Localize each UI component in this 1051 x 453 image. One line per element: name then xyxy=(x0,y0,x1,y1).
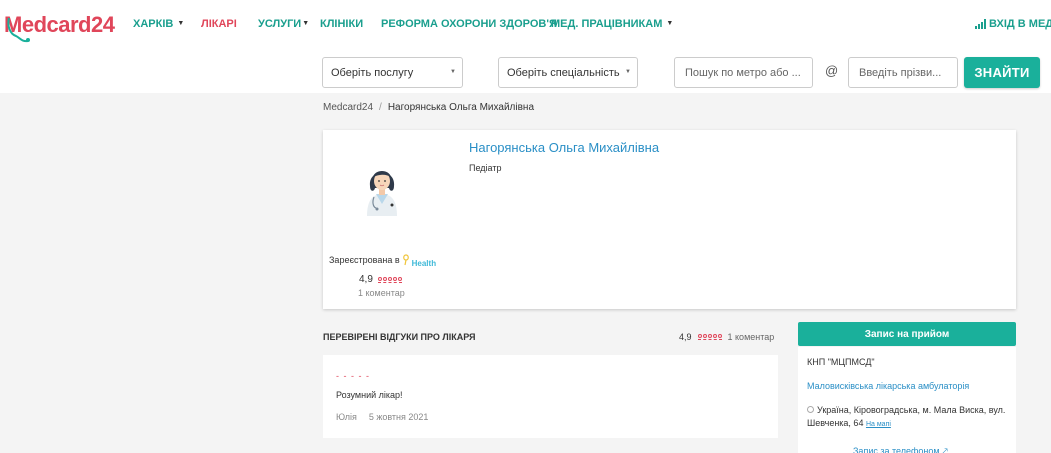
nav-doctors[interactable]: ЛІКАРІ xyxy=(201,18,237,30)
chevron-down-icon: ▼ xyxy=(177,20,185,27)
nav-clinics-label: КЛІНІКИ xyxy=(320,18,364,30)
metro-search-placeholder: Пошук по метро або ... xyxy=(685,67,801,79)
clinic-link[interactable]: Маловисківська лікарська амбулаторія xyxy=(807,381,969,391)
service-select[interactable]: Оберіть послугу ▼ xyxy=(322,57,463,88)
specialty-select[interactable]: Оберіть спеціальність ▼ xyxy=(498,57,638,88)
location-pin-icon xyxy=(807,406,814,413)
specialty-select-value: Оберіть спеціальність xyxy=(507,67,620,79)
logo[interactable]: Medcard24 xyxy=(4,10,115,43)
chevron-down-icon: ▼ xyxy=(625,69,631,75)
doctor-name-placeholder: Введіть прізви... xyxy=(859,67,942,79)
chevron-down-icon: ▼ xyxy=(302,20,310,27)
login-link[interactable]: ВХІД В МЕДІ xyxy=(975,18,1051,30)
phone-booking-link[interactable]: Запис за телефоном 🡕 xyxy=(853,444,948,453)
reviews-rating-value: 4,9 xyxy=(679,332,692,342)
clinic-address-text: Україна, Кіровоградська, м. Мала Виска, … xyxy=(807,405,1006,428)
review-text: Розумний лікар! xyxy=(336,390,403,400)
review-item: - - - - - Розумний лікар! Юлія 5 жовтня 2… xyxy=(323,355,778,438)
registered-in: Зареєстрована в Health xyxy=(329,254,437,268)
doctor-card: Зареєстрована в Health 4,9 1 коментар На… xyxy=(323,130,1016,309)
clinic-address: Україна, Кіровоградська, м. Мала Виска, … xyxy=(807,404,1012,431)
registered-label: Зареєстрована в xyxy=(329,255,400,265)
nav-city[interactable]: ХАРКІВ ▼ xyxy=(133,18,184,30)
doctor-name[interactable]: Нагорянська Ольга Михайлівна xyxy=(469,140,659,155)
review-stars: - - - - - xyxy=(336,371,370,381)
reviews-title: ПЕРЕВІРЕНІ ВІДГУКИ ПРО ЛІКАРЯ xyxy=(323,332,476,342)
doctor-avatar-icon xyxy=(367,171,397,216)
nav-doctors-label: ЛІКАРІ xyxy=(201,18,237,30)
clinic-name: КНП "МЦПМСД" xyxy=(807,357,875,367)
breadcrumb-home[interactable]: Medcard24 xyxy=(323,102,373,113)
breadcrumb-current: Нагорянська Ольга Михайлівна xyxy=(387,102,534,113)
chevron-down-icon: ▼ xyxy=(666,20,674,27)
logo-text: edcard24 xyxy=(21,12,115,37)
book-appointment-button[interactable]: Запис на прийом xyxy=(798,322,1016,346)
map-link[interactable]: На мапі xyxy=(866,421,891,428)
at-icon: @ xyxy=(825,63,839,78)
nav-for-medics[interactable]: МЕД. ПРАЦІВНИКАМ ▼ xyxy=(551,18,673,30)
signal-icon xyxy=(975,19,986,29)
nav-healthcare-reform[interactable]: РЕФОРМА ОХОРОНИ ЗДОРОВ'Я xyxy=(381,18,557,30)
breadcrumb: Medcard24 / Нагорянська Ольга Михайлівна xyxy=(323,102,534,113)
review-date: 5 жовтня 2021 xyxy=(368,412,429,422)
top-navigation: Medcard24 ХАРКІВ ▼ ЛІКАРІ УСЛУГИ▼ КЛІНІКИ… xyxy=(0,0,1051,50)
doctor-name-input[interactable]: Введіть прізви... xyxy=(848,57,958,88)
login-label: ВХІД В МЕДІ xyxy=(989,18,1051,30)
service-select-value: Оберіть послугу xyxy=(331,67,414,79)
nav-services-label: УСЛУГИ xyxy=(258,18,302,30)
nav-for-medics-label: МЕД. ПРАЦІВНИКАМ xyxy=(551,18,663,30)
rating-stars-icon xyxy=(377,276,402,283)
doctor-rating: 4,9 xyxy=(359,274,402,285)
nav-services[interactable]: УСЛУГИ▼ xyxy=(258,18,309,30)
nav-clinics[interactable]: КЛІНІКИ xyxy=(320,18,363,30)
metro-search-input[interactable]: Пошук по метро або ... xyxy=(674,57,813,88)
comments-count[interactable]: 1 коментар xyxy=(358,288,405,298)
nav-healthcare-reform-label: РЕФОРМА ОХОРОНИ ЗДОРОВ'Я xyxy=(381,18,557,30)
clinic-info: КНП "МЦПМСД" Маловисківська лікарська ам… xyxy=(798,347,1016,453)
breadcrumb-separator: / xyxy=(379,102,382,113)
reviews-rating: 4,9 1 коментар xyxy=(679,332,774,342)
review-meta: Юлія 5 жовтня 2021 xyxy=(336,412,428,422)
health-logo-icon xyxy=(402,254,409,266)
find-button[interactable]: ЗНАЙТИ xyxy=(964,57,1040,88)
review-author: Юлія xyxy=(336,412,357,422)
reviews-count: 1 коментар xyxy=(727,332,775,342)
rating-value: 4,9 xyxy=(359,274,373,285)
chevron-down-icon: ▼ xyxy=(450,69,456,75)
stethoscope-icon xyxy=(7,17,30,43)
doctor-specialty: Педіатр xyxy=(469,163,502,173)
nav-city-label: ХАРКІВ xyxy=(133,18,174,30)
rating-stars-icon xyxy=(697,334,722,340)
health-logo-text: Health xyxy=(411,258,437,268)
